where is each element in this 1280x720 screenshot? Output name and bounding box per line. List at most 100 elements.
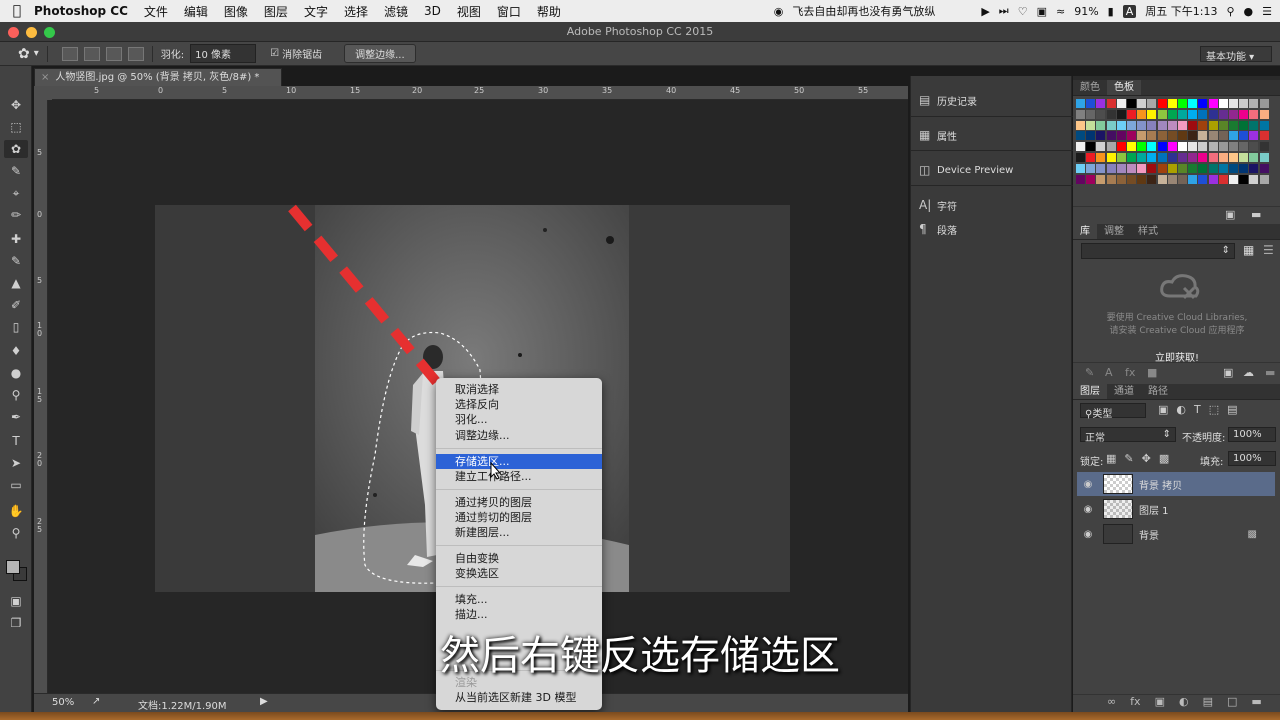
- color-swatch[interactable]: [1178, 163, 1187, 173]
- user-icon[interactable]: ●: [1244, 5, 1254, 18]
- properties-panel-button[interactable]: ▦ 属性: [919, 126, 1069, 144]
- color-swatch[interactable]: [1076, 142, 1085, 152]
- color-swatch[interactable]: [1198, 163, 1208, 173]
- dodge-tool-icon[interactable]: ⚲: [4, 386, 28, 404]
- color-swatch[interactable]: [1127, 99, 1136, 108]
- menu-item-deselect[interactable]: 取消选择: [436, 382, 602, 397]
- color-swatch[interactable]: [1157, 153, 1167, 162]
- add-graphic-icon[interactable]: ✎: [1085, 366, 1094, 379]
- delete-swatch-icon[interactable]: ▬: [1251, 208, 1261, 221]
- menu-item-feather[interactable]: 羽化...: [436, 412, 602, 427]
- feather-input[interactable]: 10 像素: [190, 44, 257, 63]
- color-swatch[interactable]: [1198, 120, 1208, 130]
- export-icon[interactable]: ↗: [92, 696, 100, 707]
- menu-item-transform-selection[interactable]: 变换选区: [436, 566, 602, 581]
- color-swatch[interactable]: [1259, 99, 1269, 108]
- menu-type[interactable]: 文字: [304, 3, 328, 20]
- link-layers-icon[interactable]: ∞: [1107, 695, 1116, 712]
- color-swatch[interactable]: [1188, 131, 1198, 141]
- color-swatch[interactable]: [1239, 120, 1249, 130]
- vertical-ruler[interactable]: 5 0 5 1 0 1 5 2 0 2 5: [34, 100, 48, 693]
- menu-item-new-3d-from-selection[interactable]: 从当前选区新建 3D 模型: [436, 690, 602, 705]
- close-window-icon[interactable]: [8, 27, 19, 38]
- color-swatch[interactable]: [1096, 142, 1106, 152]
- apple-menu-icon[interactable]: : [0, 3, 34, 19]
- sync-icon[interactable]: ☁: [1243, 366, 1254, 379]
- layer-style-icon[interactable]: fx: [1130, 695, 1140, 712]
- color-swatch[interactable]: [1086, 142, 1096, 152]
- color-swatch[interactable]: [1178, 109, 1187, 119]
- color-swatch[interactable]: [1076, 153, 1085, 162]
- type-tool-icon[interactable]: T: [4, 432, 28, 450]
- color-swatch[interactable]: [1188, 174, 1198, 184]
- color-swatch[interactable]: [1218, 109, 1228, 119]
- brush-tool-icon[interactable]: ✎: [4, 252, 28, 270]
- color-swatch[interactable]: [1167, 174, 1177, 184]
- search-icon[interactable]: ⚲: [1226, 5, 1234, 18]
- color-swatch[interactable]: [1157, 120, 1167, 130]
- wifi-icon[interactable]: ≈: [1056, 5, 1065, 18]
- paragraph-panel-button[interactable]: ¶ 段落: [919, 220, 1069, 238]
- color-swatch[interactable]: [1147, 120, 1157, 130]
- color-swatch[interactable]: [1086, 153, 1096, 162]
- workspace-select[interactable]: 基本功能 ▾: [1200, 46, 1272, 63]
- color-swatch[interactable]: [1106, 120, 1116, 130]
- lock-position-icon[interactable]: ✥: [1142, 452, 1151, 465]
- add-character-style-icon[interactable]: A: [1105, 366, 1113, 379]
- preset-dropdown-icon[interactable]: ▾: [34, 48, 39, 59]
- eye-icon[interactable]: ◉: [1077, 479, 1099, 490]
- menu-window[interactable]: 窗口: [497, 3, 521, 20]
- new-selection-icon[interactable]: [61, 46, 78, 61]
- color-swatch[interactable]: [1137, 109, 1147, 119]
- color-swatch[interactable]: [1178, 153, 1187, 162]
- color-swatch[interactable]: [1076, 131, 1085, 141]
- horizontal-ruler[interactable]: 5 0 5 10 15 20 25 30 35 40 45 50 55: [52, 86, 908, 100]
- record-icon[interactable]: ◉: [774, 5, 784, 18]
- heart-icon[interactable]: ♡: [1018, 5, 1028, 18]
- trash-icon[interactable]: ▣: [1037, 5, 1047, 18]
- color-swatch[interactable]: [1239, 142, 1249, 152]
- list-view-icon[interactable]: ☰: [1263, 243, 1274, 257]
- color-swatch[interactable]: [1116, 99, 1126, 108]
- clock[interactable]: 周五 下午1:13: [1145, 3, 1217, 19]
- color-swatch[interactable]: [1116, 153, 1126, 162]
- color-swatch[interactable]: [1229, 99, 1238, 108]
- color-swatch[interactable]: [1218, 131, 1228, 141]
- color-swatch[interactable]: [1167, 99, 1177, 108]
- tab-color[interactable]: 颜色: [1073, 80, 1107, 95]
- color-swatch[interactable]: [1178, 142, 1187, 152]
- new-layer-icon[interactable]: □: [1227, 695, 1237, 712]
- color-swatch[interactable]: [1229, 163, 1238, 173]
- menu-layer[interactable]: 图层: [264, 3, 288, 20]
- color-swatch[interactable]: [1116, 131, 1126, 141]
- color-swatch[interactable]: [1137, 163, 1147, 173]
- add-layer-style-icon[interactable]: fx: [1125, 366, 1135, 379]
- tab-styles[interactable]: 样式: [1131, 224, 1165, 239]
- color-swatch[interactable]: [1198, 109, 1208, 119]
- color-swatch[interactable]: [1249, 109, 1259, 119]
- ruler-origin[interactable]: [34, 86, 52, 100]
- color-swatch[interactable]: [1116, 109, 1126, 119]
- color-swatch[interactable]: [1116, 120, 1126, 130]
- subtract-selection-icon[interactable]: [105, 46, 122, 61]
- new-group-icon[interactable]: ▤: [1203, 695, 1213, 712]
- color-swatch[interactable]: [1127, 142, 1136, 152]
- menu-view[interactable]: 视图: [457, 3, 481, 20]
- fill-input[interactable]: 100%: [1228, 451, 1276, 466]
- menu-filter[interactable]: 滤镜: [384, 3, 408, 20]
- stock-icon[interactable]: ▣: [1223, 366, 1233, 379]
- color-swatch[interactable]: [1229, 153, 1238, 162]
- color-swatch[interactable]: [1259, 109, 1269, 119]
- color-swatch[interactable]: [1178, 174, 1187, 184]
- menu-item-layer-via-cut[interactable]: 通过剪切的图层: [436, 510, 602, 525]
- tab-swatches[interactable]: 色板: [1107, 80, 1141, 95]
- color-swatch[interactable]: [1147, 153, 1157, 162]
- color-swatch[interactable]: [1259, 131, 1269, 141]
- add-color-icon[interactable]: ■: [1147, 366, 1157, 379]
- character-panel-button[interactable]: A| 字符: [919, 196, 1069, 214]
- color-swatch[interactable]: [1198, 131, 1208, 141]
- tab-libraries[interactable]: 库: [1073, 224, 1097, 239]
- blur-tool-icon[interactable]: ●: [4, 364, 28, 382]
- color-swatch[interactable]: [1188, 99, 1198, 108]
- filter-pixel-icon[interactable]: ▣: [1158, 403, 1168, 418]
